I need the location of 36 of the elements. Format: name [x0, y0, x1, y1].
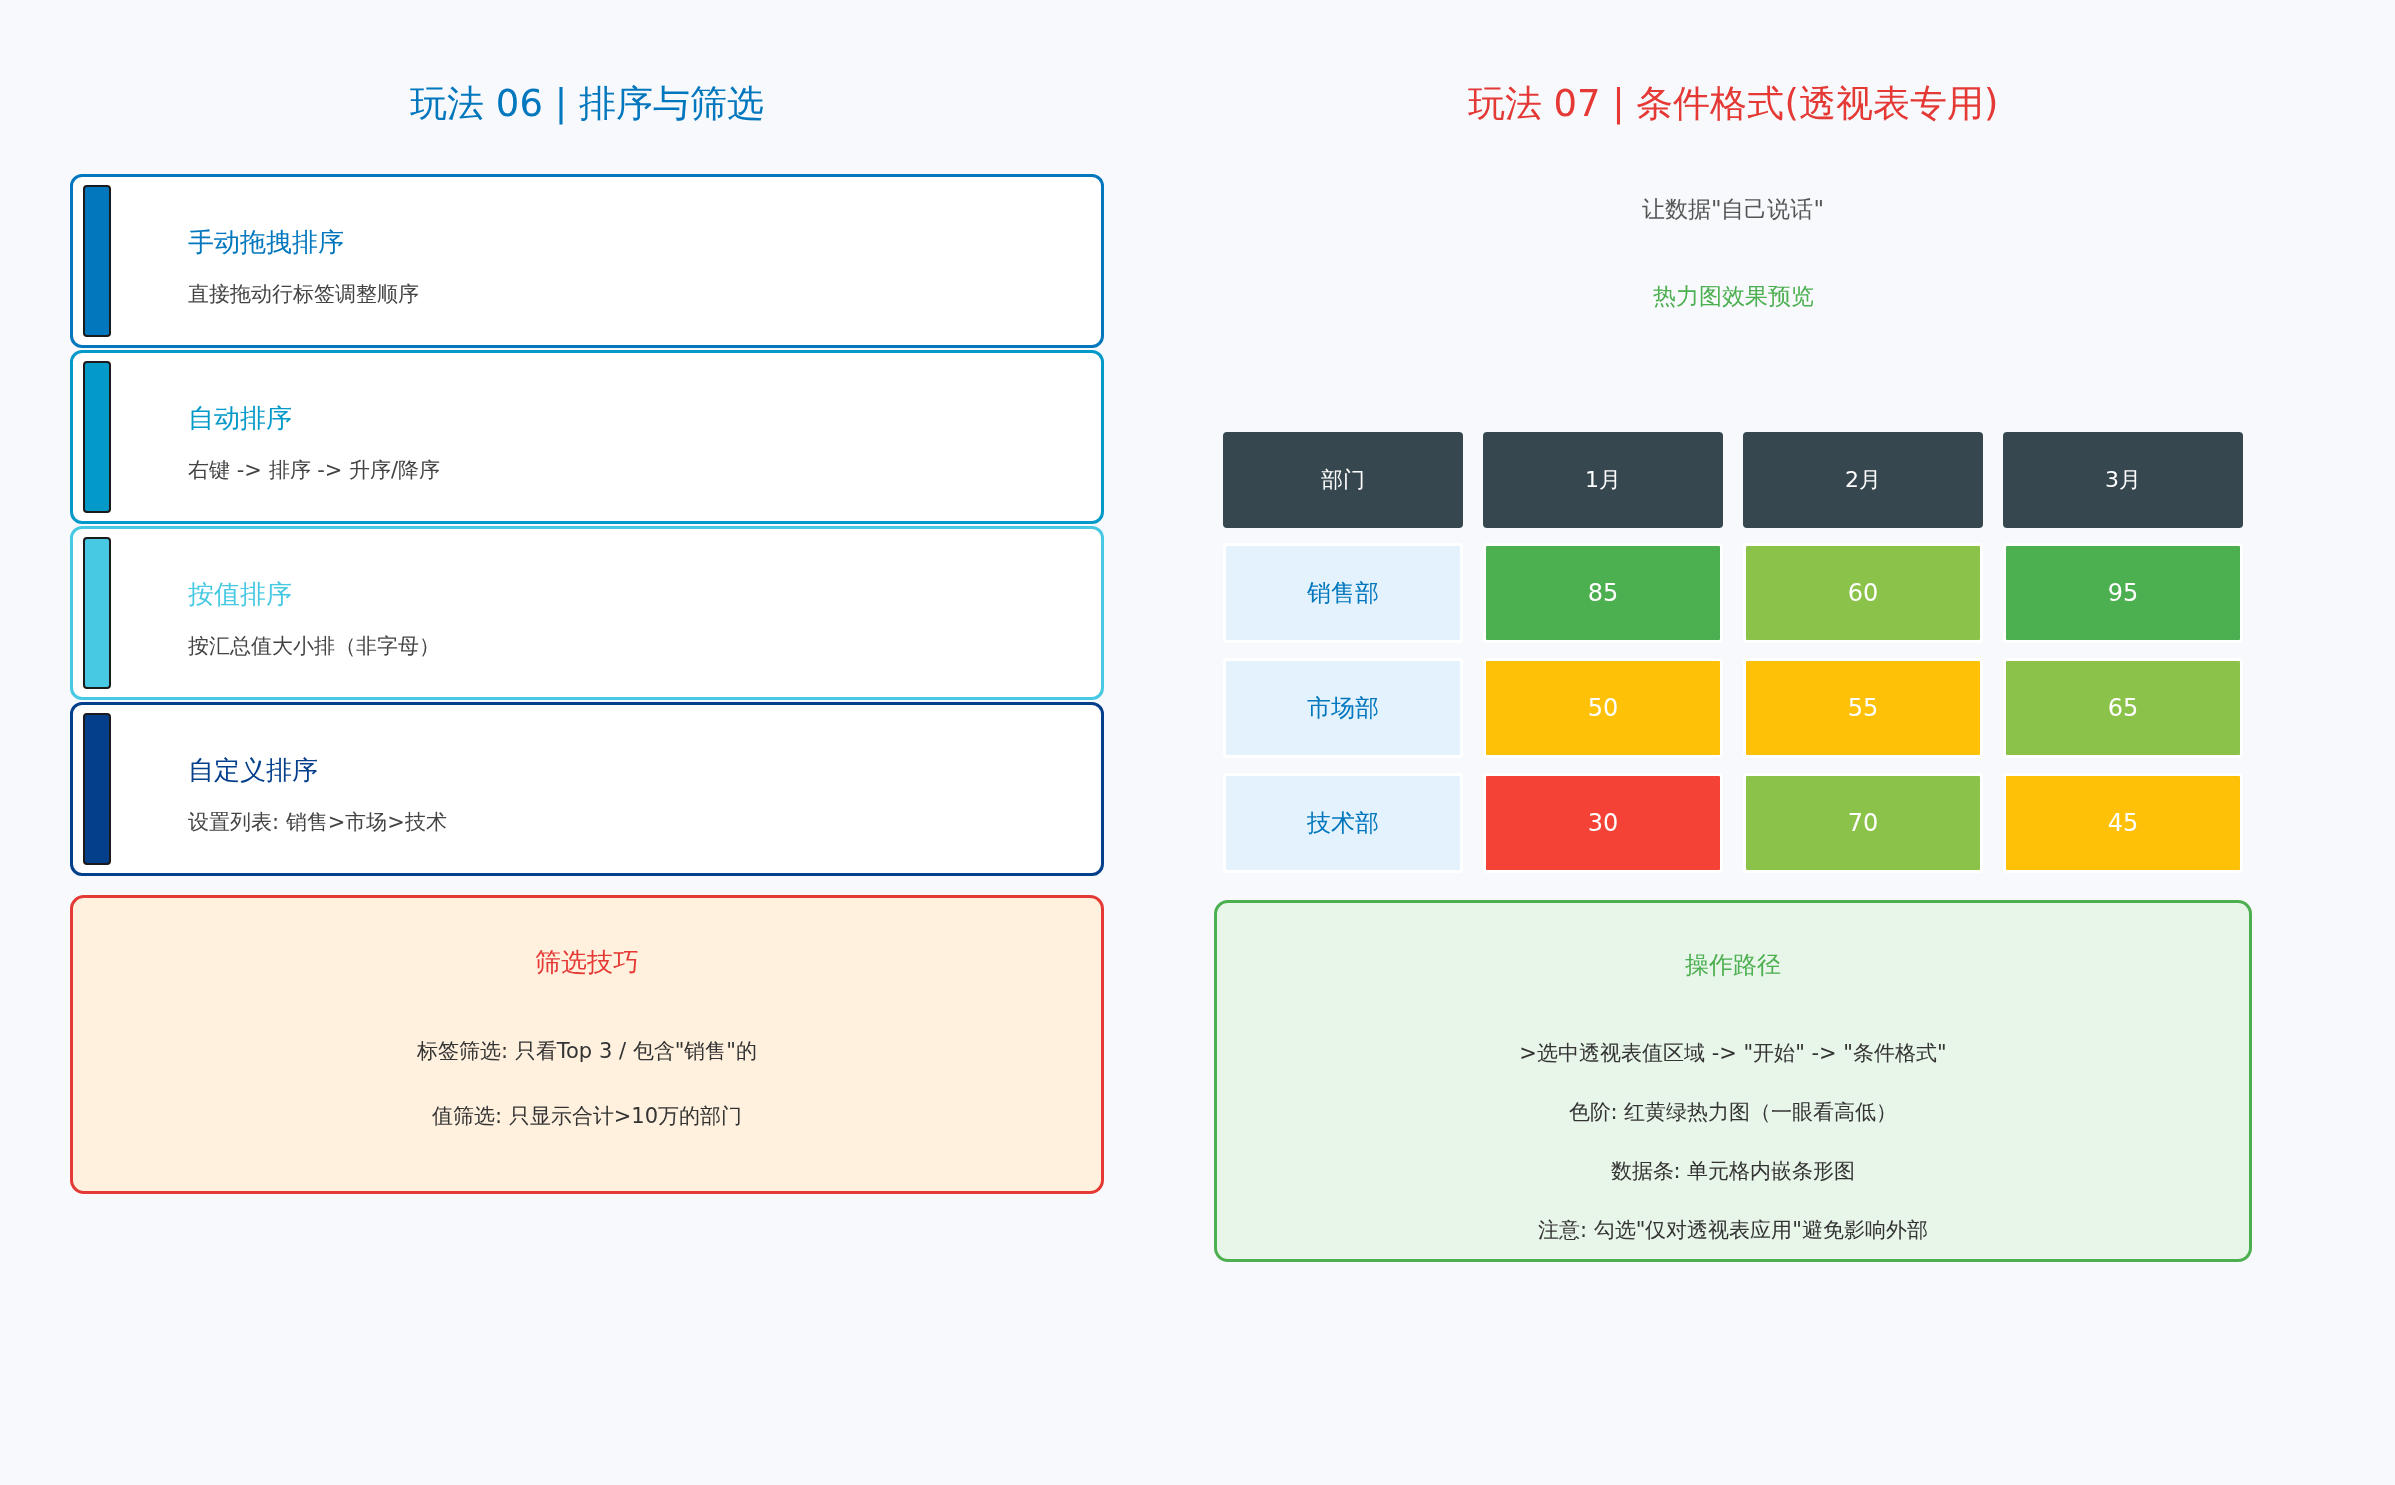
heatmap-cell: 65 [2003, 658, 2243, 758]
card-title: 手动拖拽排序 [188, 226, 345, 259]
heatmap-cell: 70 [1743, 773, 1983, 873]
card-title: 按值排序 [188, 578, 293, 611]
department-cell: 技术部 [1223, 773, 1463, 873]
column-header: 1月 [1483, 432, 1723, 528]
heatmap-cell: 95 [2003, 543, 2243, 643]
department-cell: 销售部 [1223, 543, 1463, 643]
panel-title: 筛选技巧 [535, 946, 639, 979]
subtitle: 让数据"自己说话" [1641, 195, 1825, 224]
card-description: 右键 -> 排序 -> 升序/降序 [188, 457, 441, 484]
card-title: 自动排序 [188, 402, 293, 435]
column-header: 2月 [1743, 432, 1983, 528]
heatmap-cell: 85 [1483, 543, 1723, 643]
preview-label: 热力图效果预览 [1652, 282, 1814, 311]
heatmap-cell: 30 [1483, 773, 1723, 873]
heatmap-cell: 45 [2003, 773, 2243, 873]
section-title: 玩法 06 | 排序与筛选 [410, 81, 764, 127]
department-cell: 市场部 [1223, 658, 1463, 758]
heatmap-cell: 60 [1743, 543, 1983, 643]
tip-text: 标签筛选: 只看Top 3 / 包含"销售"的 [417, 1038, 757, 1065]
card-description: 直接拖动行标签调整顺序 [188, 281, 419, 308]
heatmap-cell: 50 [1483, 658, 1723, 758]
card-title: 自定义排序 [188, 754, 319, 787]
step-text: >选中透视表值区域 -> "开始" -> "条件格式" [1519, 1040, 1947, 1067]
step-text: 色阶: 红黄绿热力图（一眼看高低） [1568, 1099, 1898, 1126]
column-header: 部门 [1223, 432, 1463, 528]
section-title: 玩法 07 | 条件格式(透视表专用) [1467, 81, 1999, 127]
card-description: 设置列表: 销售>市场>技术 [188, 809, 447, 836]
tip-text: 值筛选: 只显示合计>10万的部门 [431, 1103, 743, 1130]
heatmap-cell: 55 [1743, 658, 1983, 758]
step-text: 注意: 勾选"仅对透视表应用"避免影响外部 [1537, 1217, 1929, 1244]
step-text: 数据条: 单元格内嵌条形图 [1610, 1158, 1856, 1185]
card-description: 按汇总值大小排（非字母） [188, 633, 440, 660]
panel-title: 操作路径 [1685, 950, 1781, 981]
column-header: 3月 [2003, 432, 2243, 528]
